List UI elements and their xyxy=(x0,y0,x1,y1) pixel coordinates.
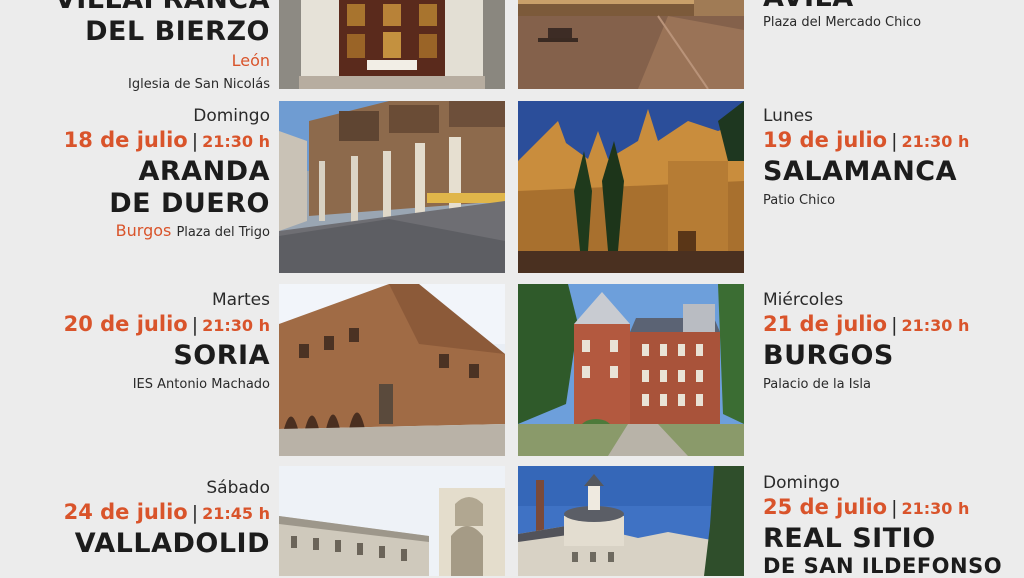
city-name: SALAMANCA xyxy=(763,156,958,187)
date: 19 de julio xyxy=(763,128,888,152)
event-soria: Martes 20 de julio | 21:30 h SORIA IES Ant… xyxy=(0,290,270,394)
photo-real-sitio xyxy=(518,466,744,576)
photo-valladolid xyxy=(279,466,505,576)
venue: Plaza del Trigo xyxy=(176,225,270,240)
date-line: 24 de julio | 21:45 h xyxy=(0,498,270,528)
event-valladolid: Sábado 24 de julio | 21:45 h VALLADOLID xyxy=(0,478,270,560)
time: 21:30 h xyxy=(202,132,270,151)
event-villafranca: VILLAFRANCA DEL BIERZO León Iglesia de S… xyxy=(0,0,270,94)
event-salamanca: Lunes 19 de julio | 21:30 h SALAMANCA Pati… xyxy=(763,106,1024,210)
city-name-line2: DE DUERO xyxy=(109,188,270,219)
city-name-line2: DE SAN ILDEFONSO xyxy=(763,554,1003,578)
date-separator: | xyxy=(891,497,898,519)
date-line: 25 de julio | 21:30 h xyxy=(763,493,1024,523)
city-name: VILLAFRANCA xyxy=(0,0,270,16)
date-separator: | xyxy=(891,314,898,336)
venue: Plaza del Mercado Chico xyxy=(763,15,922,30)
date-separator: | xyxy=(891,130,898,152)
weekday: Domingo xyxy=(763,473,840,493)
city-name: SORIA xyxy=(173,340,270,371)
date-separator: | xyxy=(191,130,199,152)
photo-plaza-del-trigo xyxy=(279,101,505,273)
weekday: Domingo xyxy=(193,106,270,126)
photo-ies-antonio-machado xyxy=(279,284,505,456)
date: 20 de julio xyxy=(63,312,188,336)
date-line: 19 de julio | 21:30 h xyxy=(763,126,1024,156)
time: 21:30 h xyxy=(202,316,270,335)
event-real-sitio: Domingo 25 de julio | 21:30 h REAL SITIO D… xyxy=(763,473,1024,577)
event-burgos: Miércoles 21 de julio | 21:30 h BURGOS Pal… xyxy=(763,290,1024,394)
date-line: 18 de julio | 21:30 h xyxy=(0,126,270,156)
weekday: Lunes xyxy=(763,106,814,126)
photo-patio-chico xyxy=(518,101,744,273)
date: 25 de julio xyxy=(763,495,888,519)
venue: Iglesia de San Nicolás xyxy=(128,77,270,92)
date-line: 20 de julio | 21:30 h xyxy=(0,310,270,340)
city-name: BURGOS xyxy=(763,340,894,371)
city-name: ARANDA xyxy=(138,156,270,187)
time: 21:30 h xyxy=(901,132,970,151)
photo-plaza-mercado-chico xyxy=(518,0,744,89)
time: 21:30 h xyxy=(901,316,970,335)
city-name: VALLADOLID xyxy=(74,528,270,559)
weekday: Martes xyxy=(211,290,270,310)
venue: IES Antonio Machado xyxy=(132,377,270,392)
province: León xyxy=(231,51,270,70)
city-name-line2: DEL BIERZO xyxy=(85,16,270,47)
date: 18 de julio xyxy=(63,128,188,152)
date: 21 de julio xyxy=(763,312,888,336)
venue: Palacio de la Isla xyxy=(763,377,871,392)
weekday: Sábado xyxy=(206,478,270,498)
location-line: Burgos Plaza del Trigo xyxy=(0,220,270,242)
province: Burgos xyxy=(115,221,172,240)
time: 21:45 h xyxy=(202,504,270,523)
date-separator: | xyxy=(191,314,199,336)
date-separator: | xyxy=(191,502,199,524)
event-avila: ÁVILA Plaza del Mercado Chico xyxy=(763,0,1024,32)
date-line: 21 de julio | 21:30 h xyxy=(763,310,1024,340)
photo-iglesia-san-nicolas xyxy=(279,0,505,89)
city-name: REAL SITIO xyxy=(763,523,936,554)
venue: Patio Chico xyxy=(763,193,836,208)
weekday: Miércoles xyxy=(763,290,844,310)
event-aranda: Domingo 18 de julio | 21:30 h ARANDA DE DU… xyxy=(0,106,270,242)
date: 24 de julio xyxy=(63,500,188,524)
time: 21:30 h xyxy=(901,499,970,518)
city-name: ÁVILA xyxy=(763,0,1024,14)
photo-palacio-de-la-isla xyxy=(518,284,744,456)
